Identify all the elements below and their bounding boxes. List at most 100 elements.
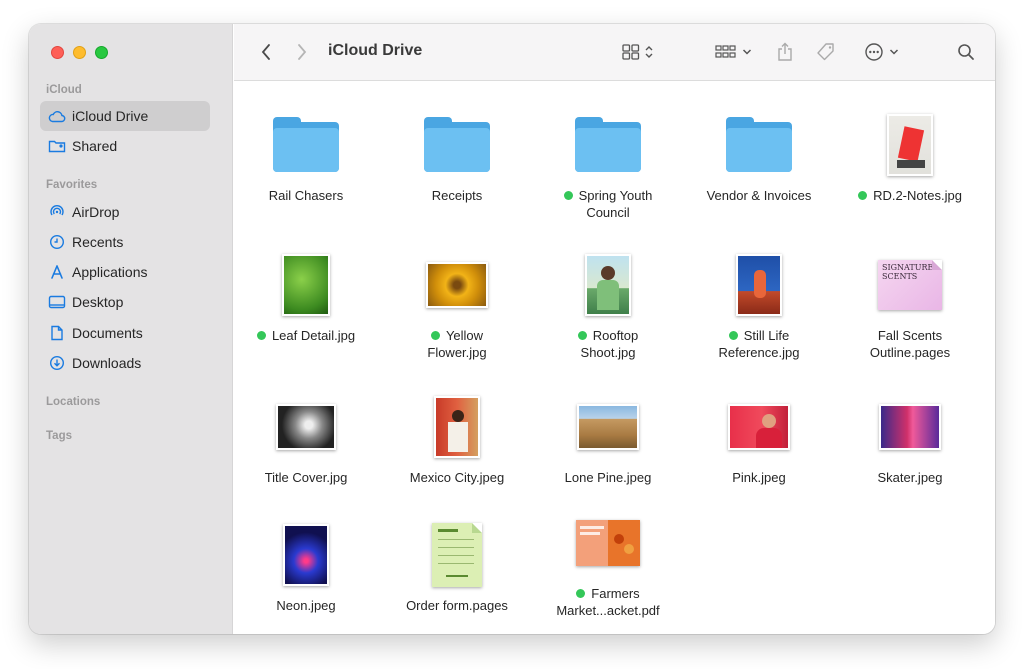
more-icon xyxy=(864,43,883,61)
file-item-spring-youth-council[interactable]: Spring Youth Council xyxy=(538,109,678,229)
toolbar: iCloud Drive xyxy=(234,24,995,81)
cloud-icon xyxy=(48,107,66,125)
sidebar-item-icloud-drive[interactable]: iCloud Drive xyxy=(40,101,210,131)
sync-status-dot xyxy=(563,191,573,200)
image-thumbnail xyxy=(728,404,790,450)
sidebar-item-downloads[interactable]: Downloads xyxy=(40,348,210,378)
file-grid: Rail Chasers Receipts Spring Youth Counc… xyxy=(234,81,995,634)
file-item-rooftop-shoot[interactable]: Rooftop Shoot.jpg xyxy=(538,249,678,369)
minimize-button[interactable] xyxy=(73,46,86,59)
window-title: iCloud Drive xyxy=(328,42,423,59)
search-button[interactable] xyxy=(954,40,978,64)
document-icon xyxy=(48,324,66,342)
back-button[interactable] xyxy=(256,40,276,64)
file-item-farmers-market[interactable]: Farmers Market...acket.pdf xyxy=(538,519,678,634)
window-controls xyxy=(51,46,108,59)
image-thumbnail xyxy=(887,114,933,176)
clock-icon xyxy=(48,233,66,251)
image-thumbnail xyxy=(283,524,329,586)
sidebar-heading-icloud: iCloud xyxy=(46,84,82,96)
file-name: Farmers Market...acket.pdf xyxy=(556,586,660,618)
file-item-leaf-detail[interactable]: Leaf Detail.jpg xyxy=(236,249,376,369)
sidebar-heading-locations: Locations xyxy=(46,396,101,408)
sidebar-heading-tags: Tags xyxy=(46,430,72,442)
file-item-rail-chasers[interactable]: Rail Chasers xyxy=(236,109,376,229)
pdf-thumbnail xyxy=(576,520,640,566)
file-item-skater[interactable]: Skater.jpeg xyxy=(840,391,980,511)
close-button[interactable] xyxy=(51,46,64,59)
tag-icon xyxy=(817,43,834,61)
more-actions-button[interactable] xyxy=(861,40,901,64)
file-name: Pink.jpeg xyxy=(732,470,786,485)
chevron-updown-icon xyxy=(645,46,653,58)
sidebar-item-recents[interactable]: Recents xyxy=(40,227,210,257)
sidebar-item-shared[interactable]: Shared xyxy=(40,131,210,161)
sidebar-item-label: Desktop xyxy=(72,294,124,310)
pages-document-thumbnail xyxy=(432,523,482,587)
file-item-pink[interactable]: Pink.jpeg xyxy=(689,391,829,511)
sidebar-item-label: AirDrop xyxy=(72,204,120,220)
pages-document-thumbnail: SIGNATURE SCENTS xyxy=(878,260,942,310)
file-item-mexico-city[interactable]: Mexico City.jpeg xyxy=(387,391,527,511)
file-item-yellow-flower[interactable]: Yellow Flower.jpg xyxy=(387,249,527,369)
tag-button[interactable] xyxy=(814,40,838,64)
sidebar-item-label: Downloads xyxy=(72,355,142,371)
sync-status-dot xyxy=(576,589,586,598)
zoom-button[interactable] xyxy=(95,46,108,59)
sidebar-item-label: Recents xyxy=(72,234,124,250)
image-thumbnail xyxy=(879,404,941,450)
file-name: Order form.pages xyxy=(406,598,508,613)
sync-status-dot xyxy=(858,191,868,200)
file-item-vendor-invoices[interactable]: Vendor & Invoices xyxy=(689,109,829,229)
sidebar: iCloud iCloud Drive Shared Favorites Air… xyxy=(29,24,233,634)
image-thumbnail xyxy=(282,254,330,316)
image-thumbnail xyxy=(434,396,480,458)
file-name: Lone Pine.jpeg xyxy=(564,470,652,485)
sidebar-item-desktop[interactable]: Desktop xyxy=(40,287,210,317)
sync-status-dot xyxy=(728,331,738,340)
folder-icon xyxy=(424,117,490,173)
search-icon xyxy=(958,44,974,60)
sidebar-heading-favorites: Favorites xyxy=(46,179,98,191)
image-thumbnail xyxy=(577,404,639,450)
forward-icon xyxy=(298,44,307,60)
view-grid-icon xyxy=(622,44,640,60)
sync-status-dot xyxy=(430,331,440,340)
sidebar-item-documents[interactable]: Documents xyxy=(40,318,210,348)
folder-icon xyxy=(575,117,641,173)
file-item-neon[interactable]: Neon.jpeg xyxy=(236,519,376,634)
sidebar-item-applications[interactable]: Applications xyxy=(40,257,210,287)
back-icon xyxy=(261,44,270,60)
group-button[interactable] xyxy=(712,40,754,64)
shared-folder-icon xyxy=(48,137,66,155)
file-name: Skater.jpeg xyxy=(877,470,943,485)
file-item-lone-pine[interactable]: Lone Pine.jpeg xyxy=(538,391,678,511)
chevron-down-icon xyxy=(742,49,751,55)
file-name: Leaf Detail.jpg xyxy=(271,328,356,343)
sidebar-item-airdrop[interactable]: AirDrop xyxy=(40,197,210,227)
airdrop-icon xyxy=(48,203,66,221)
sidebar-item-label: iCloud Drive xyxy=(72,108,149,124)
file-name: Rooftop Shoot.jpg xyxy=(580,328,639,360)
file-name: RD.2-Notes.jpg xyxy=(873,188,962,203)
view-mode-button[interactable] xyxy=(618,40,658,64)
sidebar-item-label: Applications xyxy=(72,264,148,280)
file-item-receipts[interactable]: Receipts xyxy=(387,109,527,229)
file-name: Rail Chasers xyxy=(268,188,344,203)
file-item-rd2-notes[interactable]: RD.2-Notes.jpg xyxy=(840,109,980,229)
desktop-icon xyxy=(48,293,66,311)
applications-icon xyxy=(48,263,66,281)
folder-icon xyxy=(726,117,792,173)
file-item-fall-scents-outline[interactable]: SIGNATURE SCENTS Fall Scents Outline.pag… xyxy=(840,249,980,369)
finder-window: iCloud iCloud Drive Shared Favorites Air… xyxy=(29,24,995,634)
group-icon xyxy=(714,45,736,58)
forward-button[interactable] xyxy=(292,40,312,64)
file-name: Neon.jpeg xyxy=(276,598,336,613)
image-thumbnail xyxy=(585,254,631,316)
file-item-title-cover[interactable]: Title Cover.jpg xyxy=(236,391,376,511)
folder-icon xyxy=(273,117,339,173)
file-item-still-life-reference[interactable]: Still Life Reference.jpg xyxy=(689,249,829,369)
file-item-order-form[interactable]: Order form.pages xyxy=(387,519,527,634)
image-thumbnail xyxy=(736,254,782,316)
share-button[interactable] xyxy=(774,40,796,64)
